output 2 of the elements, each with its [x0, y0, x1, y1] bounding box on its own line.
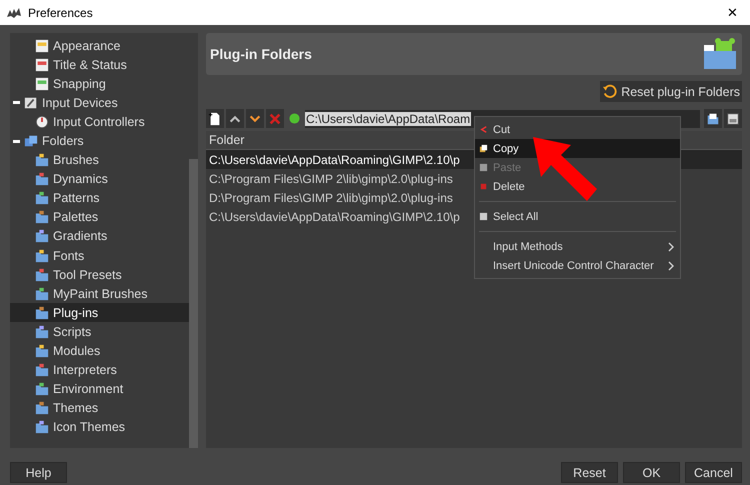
page-title: Plug-in Folders	[210, 46, 312, 62]
window-title: Preferences	[28, 6, 93, 20]
